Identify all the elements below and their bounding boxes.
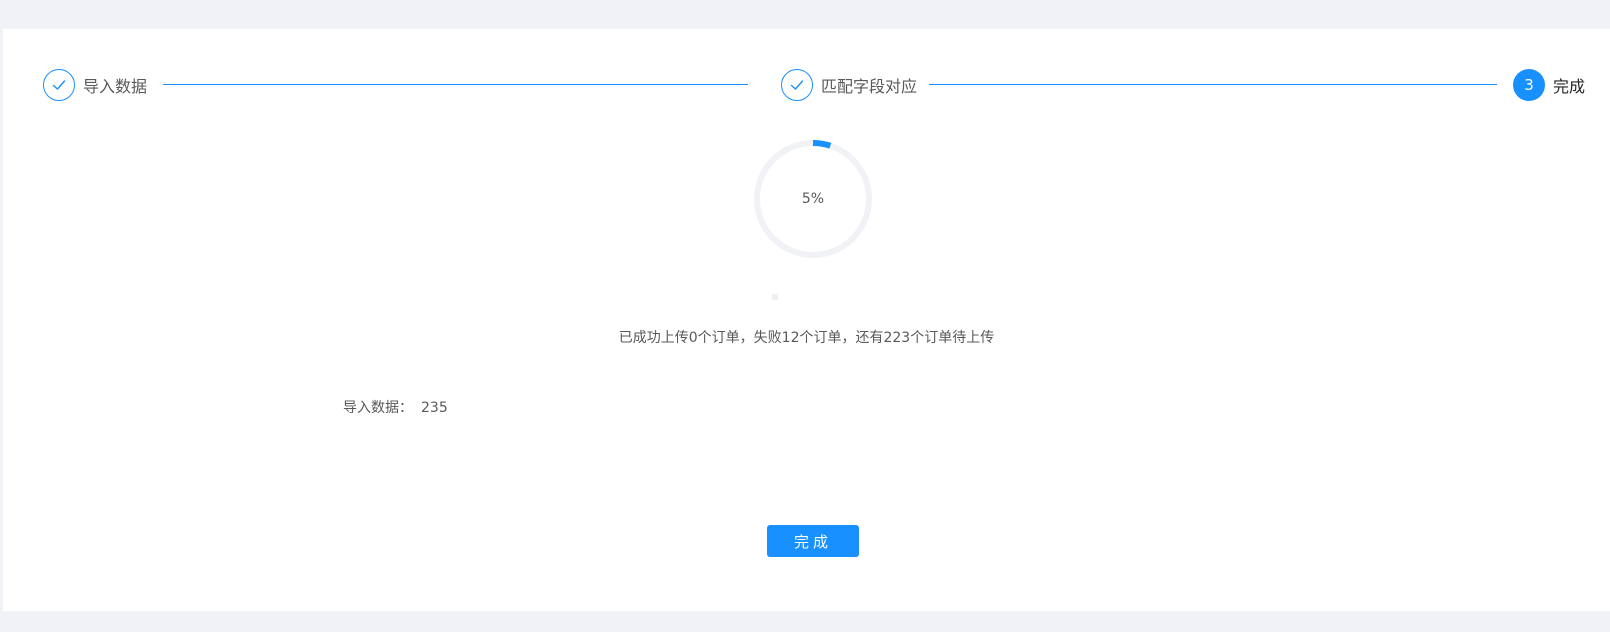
step-connector-1 [163,84,748,85]
step-title-match-fields: 匹配字段对应 [821,77,918,96]
steps-bar: 导入数据 匹配字段对应 3 完成 [3,29,1610,139]
step-connector-2 [929,84,1497,85]
step-match-fields: 匹配字段对应 [781,69,917,101]
upload-progress-ring: 5% [753,139,873,259]
step-number-badge: 3 [1513,69,1545,101]
step-title-import-data: 导入数据 [83,77,148,96]
check-icon [43,69,75,101]
finish-button[interactable]: 完成 [767,525,859,557]
progress-percent-label: 5% [801,191,825,207]
step-import-data: 导入数据 [43,69,147,101]
import-data-count: 235 [421,400,448,416]
import-data-summary: 导入数据： 235 [343,397,448,417]
check-icon [781,69,813,101]
import-data-label: 导入数据： [343,400,413,416]
step-title-complete: 完成 [1553,77,1586,96]
upload-status-message: 已成功上传0个订单，失败12个订单，还有223个订单待上传 [618,330,995,346]
loading-dot [772,294,778,300]
import-wizard-card: 导入数据 匹配字段对应 3 完成 5% 已成功上传0个订单，失败12个订单，还有… [3,29,1610,611]
step-complete: 3 完成 [1513,69,1585,101]
